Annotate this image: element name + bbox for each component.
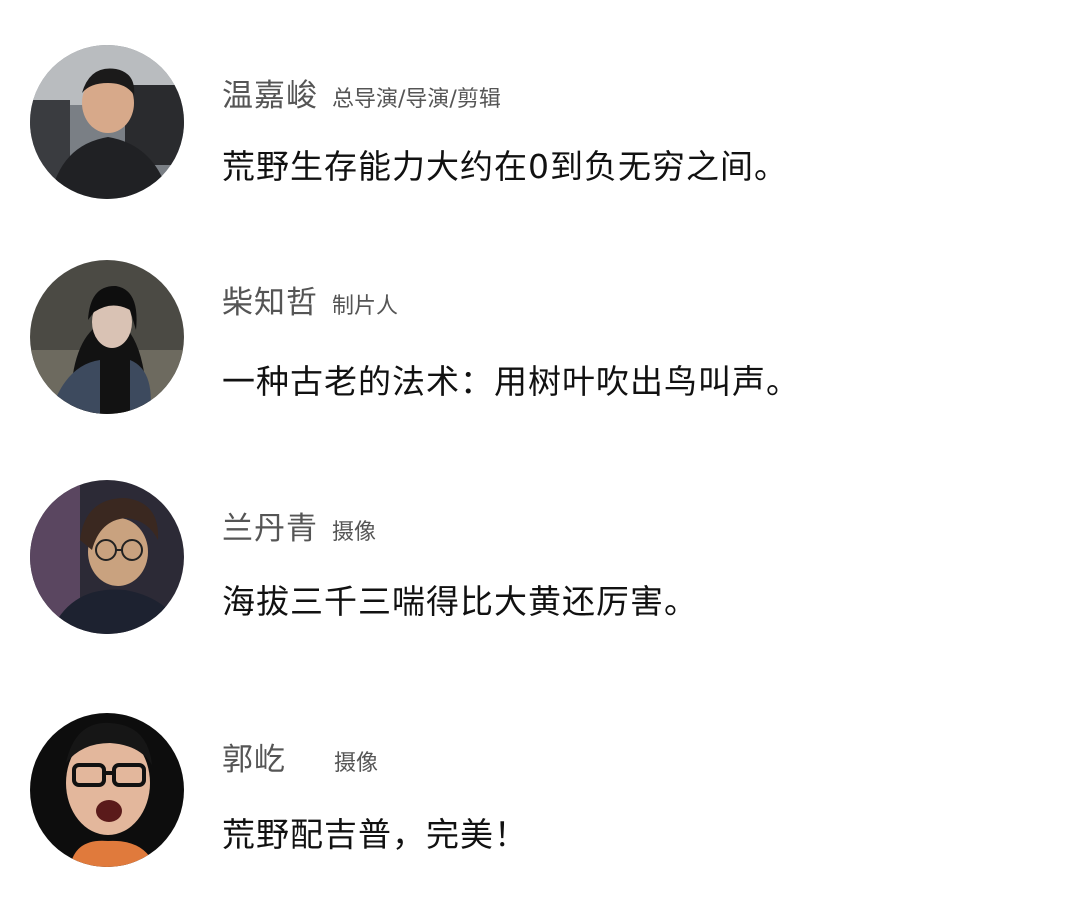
person-name: 兰丹青 — [222, 511, 318, 547]
person-portrait-shouting-icon — [30, 713, 184, 867]
person-quote: 一种古老的法术：用树叶吹出鸟叫声。 — [222, 362, 800, 401]
credit-entry-wen: 温嘉峻 总导演/导演/剪辑 荒野生存能力大约在0到负无穷之间。 — [0, 0, 1080, 200]
credit-entry-guo: 郭屹 摄像 荒野配吉普，完美！ — [0, 668, 1080, 868]
person-portrait-night-icon — [30, 260, 184, 414]
name-line: 柴知哲 制片人 — [222, 277, 398, 322]
person-name: 柴知哲 — [222, 285, 318, 321]
person-role: 摄像 — [334, 751, 379, 776]
credit-entry-chai: 柴知哲 制片人 一种古老的法术：用树叶吹出鸟叫声。 — [0, 215, 1080, 415]
avatar — [30, 260, 184, 414]
name-line: 郭屹 摄像 — [222, 734, 378, 779]
person-role: 摄像 — [332, 520, 377, 545]
person-quote: 荒野配吉普，完美！ — [222, 815, 528, 854]
credit-entry-lan: 兰丹青 摄像 海拔三千三喘得比大黄还厉害。 — [0, 435, 1080, 635]
avatar — [30, 713, 184, 867]
person-name: 温嘉峻 — [222, 78, 318, 114]
avatar — [30, 45, 184, 199]
person-portrait-car-icon — [30, 45, 184, 199]
name-line: 兰丹青 摄像 — [222, 503, 376, 548]
name-line: 温嘉峻 总导演/导演/剪辑 — [222, 70, 501, 115]
person-role: 总导演/导演/剪辑 — [332, 87, 501, 112]
person-portrait-glasses-icon — [30, 480, 184, 634]
avatar — [30, 480, 184, 634]
person-quote: 荒野生存能力大约在0到负无穷之间。 — [222, 147, 788, 186]
person-name: 郭屹 — [222, 742, 286, 778]
person-quote: 海拔三千三喘得比大黄还厉害。 — [222, 582, 698, 621]
person-role: 制片人 — [332, 294, 399, 319]
